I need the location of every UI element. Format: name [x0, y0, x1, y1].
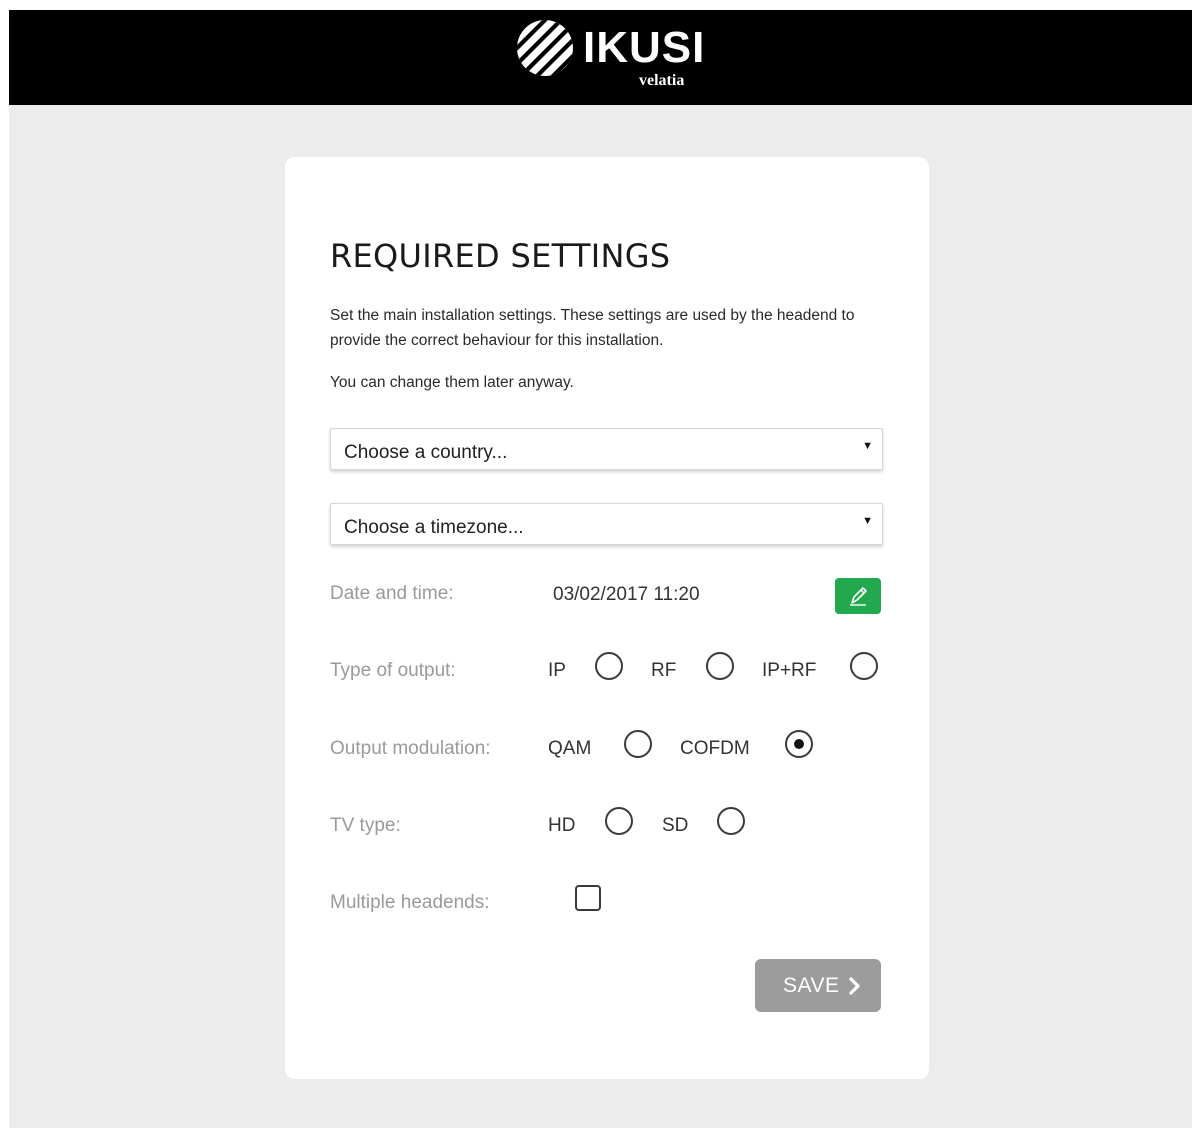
date-time-label: Date and time: — [330, 583, 454, 604]
tv-type-hd-label: HD — [548, 815, 576, 836]
date-time-value: 03/02/2017 11:20 — [553, 584, 700, 605]
brand-subtitle: velatia — [639, 72, 685, 89]
multiple-headends-label: Multiple headends: — [330, 892, 490, 913]
output-type-iprf-label: IP+RF — [762, 660, 817, 681]
output-type-iprf-radio[interactable] — [850, 652, 878, 680]
save-button[interactable]: SAVE — [755, 959, 881, 1012]
multiple-headends-checkbox[interactable] — [575, 885, 601, 911]
output-type-ip-label: IP — [548, 660, 566, 681]
output-type-rf-radio[interactable] — [706, 652, 734, 680]
caret-down-icon: ▼ — [862, 440, 873, 452]
top-header-bar: IKUSI velatia — [9, 10, 1192, 105]
brand-name: IKUSI — [583, 23, 706, 72]
timezone-select[interactable]: Choose a timezone... ▼ — [330, 503, 883, 545]
caret-down-icon: ▼ — [862, 515, 873, 527]
app-viewport: IKUSI velatia REQUIRED SETTINGS Set the … — [9, 10, 1192, 1128]
timezone-select-value: Choose a timezone... — [344, 517, 524, 538]
tv-type-sd-radio[interactable] — [717, 807, 745, 835]
modulation-cofdm-label: COFDM — [680, 738, 750, 759]
output-type-rf-label: RF — [651, 660, 677, 681]
required-settings-card: REQUIRED SETTINGS Set the main installat… — [285, 157, 929, 1079]
settings-note: You can change them later anyway. — [330, 374, 574, 391]
tv-type-sd-label: SD — [662, 815, 689, 836]
country-select-value: Choose a country... — [344, 442, 508, 463]
output-modulation-label: Output modulation: — [330, 738, 491, 759]
settings-description: Set the main installation settings. Thes… — [330, 307, 855, 349]
ikusi-logo-mark-icon — [517, 20, 573, 76]
modulation-qam-label: QAM — [548, 738, 592, 759]
output-type-label: Type of output: — [330, 660, 456, 681]
ikusi-logo: IKUSI velatia — [513, 16, 713, 96]
modulation-cofdm-radio[interactable] — [785, 730, 813, 758]
pencil-icon — [850, 587, 867, 606]
chevron-right-icon — [849, 977, 860, 995]
country-select[interactable]: Choose a country... ▼ — [330, 428, 883, 470]
edit-date-time-button[interactable] — [835, 578, 881, 614]
output-type-ip-radio[interactable] — [595, 652, 623, 680]
page-title: REQUIRED SETTINGS — [330, 237, 671, 275]
modulation-qam-radio[interactable] — [624, 730, 652, 758]
save-button-label: SAVE — [783, 974, 840, 997]
tv-type-label: TV type: — [330, 815, 401, 836]
tv-type-hd-radio[interactable] — [605, 807, 633, 835]
